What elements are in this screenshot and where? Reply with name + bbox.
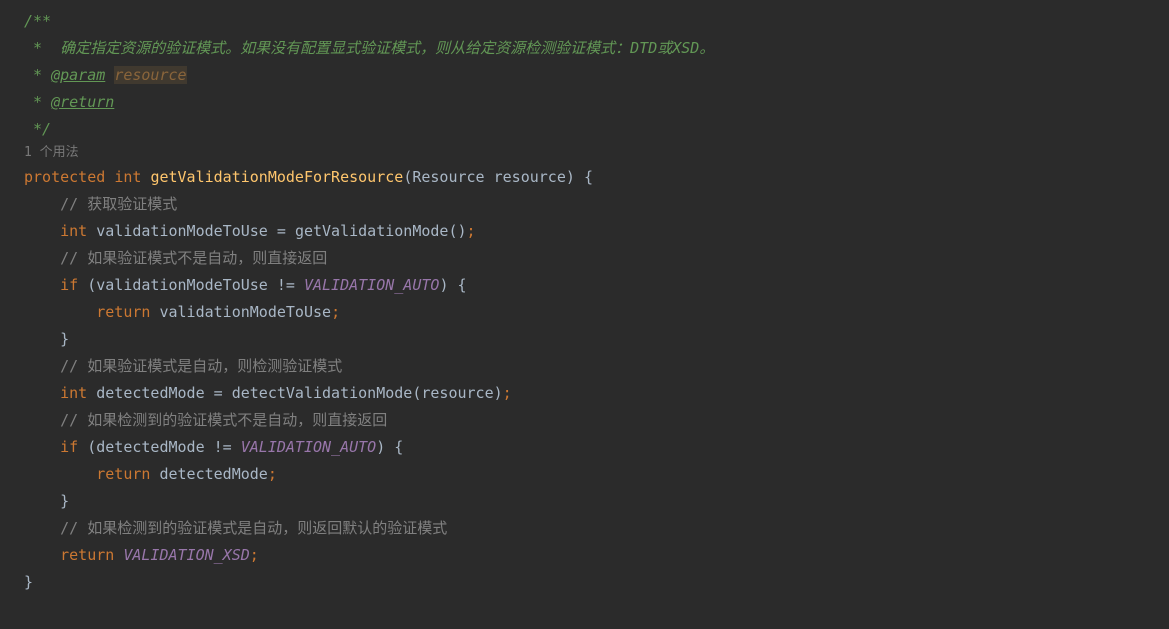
- doc-param-prefix: *: [24, 66, 51, 84]
- auto-1: VALIDATION_AUTO: [304, 276, 439, 294]
- eq-2: =: [214, 384, 223, 402]
- return-3: return VALIDATION_XSD;: [0, 542, 1169, 569]
- return-2: return detectedMode;: [0, 461, 1169, 488]
- comment-2: // 如果验证模式不是自动，则直接返回: [0, 245, 1169, 272]
- xsd: VALIDATION_XSD: [123, 546, 249, 564]
- doc-close: */: [0, 116, 1169, 143]
- doc-param-line: * @param resource: [0, 62, 1169, 89]
- rparen: ): [566, 168, 575, 186]
- doc-open-text: /**: [24, 12, 51, 30]
- return-1: return validationModeToUse;: [0, 299, 1169, 326]
- if-kw-1: if: [60, 276, 78, 294]
- neq-2: !=: [214, 438, 232, 456]
- semi-4: ;: [268, 465, 277, 483]
- semi-5: ;: [250, 546, 259, 564]
- lbrace: {: [584, 168, 593, 186]
- doc-return-prefix: *: [24, 93, 51, 111]
- var1-ref: validationModeToUse: [96, 276, 268, 294]
- protected-kw: protected: [24, 168, 105, 186]
- doc-desc-prefix: *: [24, 39, 60, 57]
- if-kw-2: if: [60, 438, 78, 456]
- call2-rparen: ): [494, 384, 503, 402]
- if1-rparen: ): [439, 276, 448, 294]
- doc-desc: 确定指定资源的验证模式。如果没有配置显式验证模式，则从给定资源检测验证模式：DT…: [60, 39, 714, 57]
- if2-lbrace: {: [394, 438, 403, 456]
- if-1: if (validationModeToUse != VALIDATION_AU…: [0, 272, 1169, 299]
- if2-lparen: (: [87, 438, 96, 456]
- return-kw-3: return: [60, 546, 114, 564]
- comment-3-text: // 如果验证模式是自动，则检测验证模式: [60, 357, 342, 375]
- var2-ret: detectedMode: [159, 465, 267, 483]
- usage-hint[interactable]: 1 个用法: [0, 143, 1169, 164]
- eq: =: [277, 222, 286, 240]
- space: [105, 66, 114, 84]
- var-decl-2: int detectedMode = detectValidationMode(…: [0, 380, 1169, 407]
- semi-1: ;: [467, 222, 476, 240]
- method-signature: protected int getValidationModeForResour…: [0, 164, 1169, 191]
- neq-1: !=: [277, 276, 295, 294]
- doc-open: /**: [0, 8, 1169, 35]
- int-kw-1: int: [60, 222, 87, 240]
- if1-lparen: (: [87, 276, 96, 294]
- call1: getValidationMode: [295, 222, 449, 240]
- semi-2: ;: [331, 303, 340, 321]
- return-kw-2: return: [96, 465, 150, 483]
- comment-5-text: // 如果检测到的验证模式是自动，则返回默认的验证模式: [60, 519, 447, 537]
- lparen: (: [403, 168, 412, 186]
- var2: detectedMode: [96, 384, 204, 402]
- if1-lbrace: {: [458, 276, 467, 294]
- if2-close: }: [0, 488, 1169, 515]
- int-kw: int: [114, 168, 141, 186]
- var1: validationModeToUse: [96, 222, 268, 240]
- comment-4: // 如果检测到的验证模式不是自动，则直接返回: [0, 407, 1169, 434]
- comment-4-text: // 如果检测到的验证模式不是自动，则直接返回: [60, 411, 387, 429]
- param-name-sig: resource: [494, 168, 566, 186]
- param-name: resource: [114, 66, 186, 84]
- var-decl-1: int validationModeToUse = getValidationM…: [0, 218, 1169, 245]
- return-tag: @return: [51, 93, 114, 111]
- doc-close-text: */: [24, 120, 51, 138]
- param-type: Resource: [412, 168, 484, 186]
- call1-parens: (): [448, 222, 466, 240]
- method-name: getValidationModeForResource: [150, 168, 403, 186]
- semi-3: ;: [503, 384, 512, 402]
- var2-ref: detectedMode: [96, 438, 204, 456]
- var1-ret: validationModeToUse: [159, 303, 331, 321]
- comment-1-text: // 获取验证模式: [60, 195, 177, 213]
- method-close: }: [0, 569, 1169, 596]
- auto-2: VALIDATION_AUTO: [241, 438, 376, 456]
- comment-2-text: // 如果验证模式不是自动，则直接返回: [60, 249, 327, 267]
- if2-rparen: ): [376, 438, 385, 456]
- return-kw-1: return: [96, 303, 150, 321]
- comment-1: // 获取验证模式: [0, 191, 1169, 218]
- if2-rbrace: }: [60, 492, 69, 510]
- doc-return-line: * @return: [0, 89, 1169, 116]
- int-kw-2: int: [60, 384, 87, 402]
- comment-3: // 如果验证模式是自动，则检测验证模式: [0, 353, 1169, 380]
- if1-close: }: [0, 326, 1169, 353]
- if1-rbrace: }: [60, 330, 69, 348]
- method-rbrace: }: [24, 573, 33, 591]
- if-2: if (detectedMode != VALIDATION_AUTO) {: [0, 434, 1169, 461]
- comment-5: // 如果检测到的验证模式是自动，则返回默认的验证模式: [0, 515, 1169, 542]
- arg2: resource: [421, 384, 493, 402]
- param-tag: @param: [51, 66, 105, 84]
- doc-desc-line: * 确定指定资源的验证模式。如果没有配置显式验证模式，则从给定资源检测验证模式：…: [0, 35, 1169, 62]
- call2: detectValidationMode: [232, 384, 413, 402]
